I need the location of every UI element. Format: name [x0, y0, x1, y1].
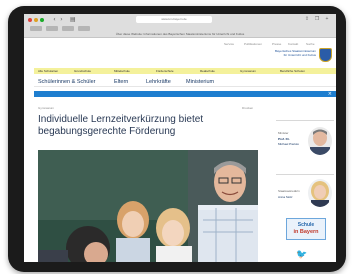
school-type-foerderschule[interactable]: Förderschule: [156, 68, 174, 74]
school-type-grundschule[interactable]: Grundschule: [74, 68, 91, 74]
utility-nav: Service Publikationen Presse Kontakt Suc…: [34, 41, 326, 47]
utility-link-presse[interactable]: Presse: [272, 41, 281, 47]
print-link[interactable]: Drucken: [242, 106, 253, 111]
article-category: Gymnasium: [38, 106, 55, 110]
bavaria-crest-icon: [319, 48, 332, 62]
sidebar-contact-staatssekretaerin[interactable]: Staatssekretärin Anna Stolz: [276, 174, 334, 212]
school-type-gymnasium[interactable]: Gymnasium: [240, 68, 256, 74]
avatar: [308, 127, 332, 155]
main-nav-eltern[interactable]: Eltern: [114, 77, 128, 87]
avatar: [308, 179, 332, 207]
address-bar[interactable]: www.km.bayern.de: [136, 16, 212, 23]
ministry-logo[interactable]: Bayerisches Staatsministerium für Unterr…: [274, 48, 332, 64]
share-icon[interactable]: ⇪: [304, 16, 310, 22]
main-nav: Schülerinnen & Schüler Eltern Lehrkräfte…: [34, 77, 336, 87]
back-arrow-icon[interactable]: ‹: [52, 16, 57, 23]
forward-arrow-icon[interactable]: ›: [59, 16, 64, 23]
sidebar-contact-minister[interactable]: Minister Prof. Dr. Michael Piazolo: [276, 120, 334, 168]
page-notice: Über diese Website: Informationen des Ba…: [115, 32, 245, 36]
utility-link-publikationen[interactable]: Publikationen: [244, 41, 262, 47]
staatssekretaerin-portrait: [308, 179, 332, 207]
new-tab-icon[interactable]: +: [324, 16, 330, 22]
classroom-photo-illustration: [38, 150, 258, 262]
article-photo: [38, 150, 258, 262]
twitter-bird-icon[interactable]: 🐦: [296, 250, 307, 260]
close-icon[interactable]: ×: [328, 91, 332, 97]
main-nav-lehrkraefte[interactable]: Lehrkräfte: [146, 77, 171, 87]
window-zoom-dot[interactable]: [40, 18, 44, 22]
school-type-nav: Alle Schularten Grundschule Mittelschule…: [34, 68, 336, 74]
utility-link-suche[interactable]: Suche: [306, 41, 315, 47]
info-banner: ×: [34, 91, 336, 97]
school-type-mittelschule[interactable]: Mittelschule: [114, 68, 130, 74]
school-type-alle[interactable]: Alle Schularten: [38, 68, 58, 74]
window-close-dot[interactable]: [28, 18, 32, 22]
school-type-realschule[interactable]: Realschule: [200, 68, 215, 74]
school-type-berufliche[interactable]: Berufliche Schulen: [280, 68, 305, 74]
main-nav-ministerium[interactable]: Ministerium: [186, 77, 214, 87]
tabs-icon[interactable]: ❐: [314, 16, 320, 22]
schule-in-bayern-badge[interactable]: Schule in Bayern: [286, 218, 326, 240]
window-minimize-dot[interactable]: [34, 18, 38, 22]
browser-toolbar: ‹ › ▤ www.km.bayern.de ⇪ ❐ + Über diese …: [24, 14, 336, 38]
utility-link-kontakt[interactable]: Kontakt: [288, 41, 298, 47]
article-headline: Individuelle Lernzeitverkürzung bietet b…: [38, 114, 204, 137]
utility-link-service[interactable]: Service: [224, 41, 234, 47]
browser-screen: ‹ › ▤ www.km.bayern.de ⇪ ❐ + Über diese …: [24, 14, 336, 262]
sidebar: Minister Prof. Dr. Michael Piazolo Staat…: [272, 100, 334, 262]
sidebar-toggle-icon[interactable]: ▤: [70, 16, 76, 23]
main-nav-schueler[interactable]: Schülerinnen & Schüler: [38, 77, 95, 87]
ministry-name: Bayerisches Staatsministerium für Unterr…: [274, 49, 316, 57]
minister-portrait: [308, 127, 332, 155]
